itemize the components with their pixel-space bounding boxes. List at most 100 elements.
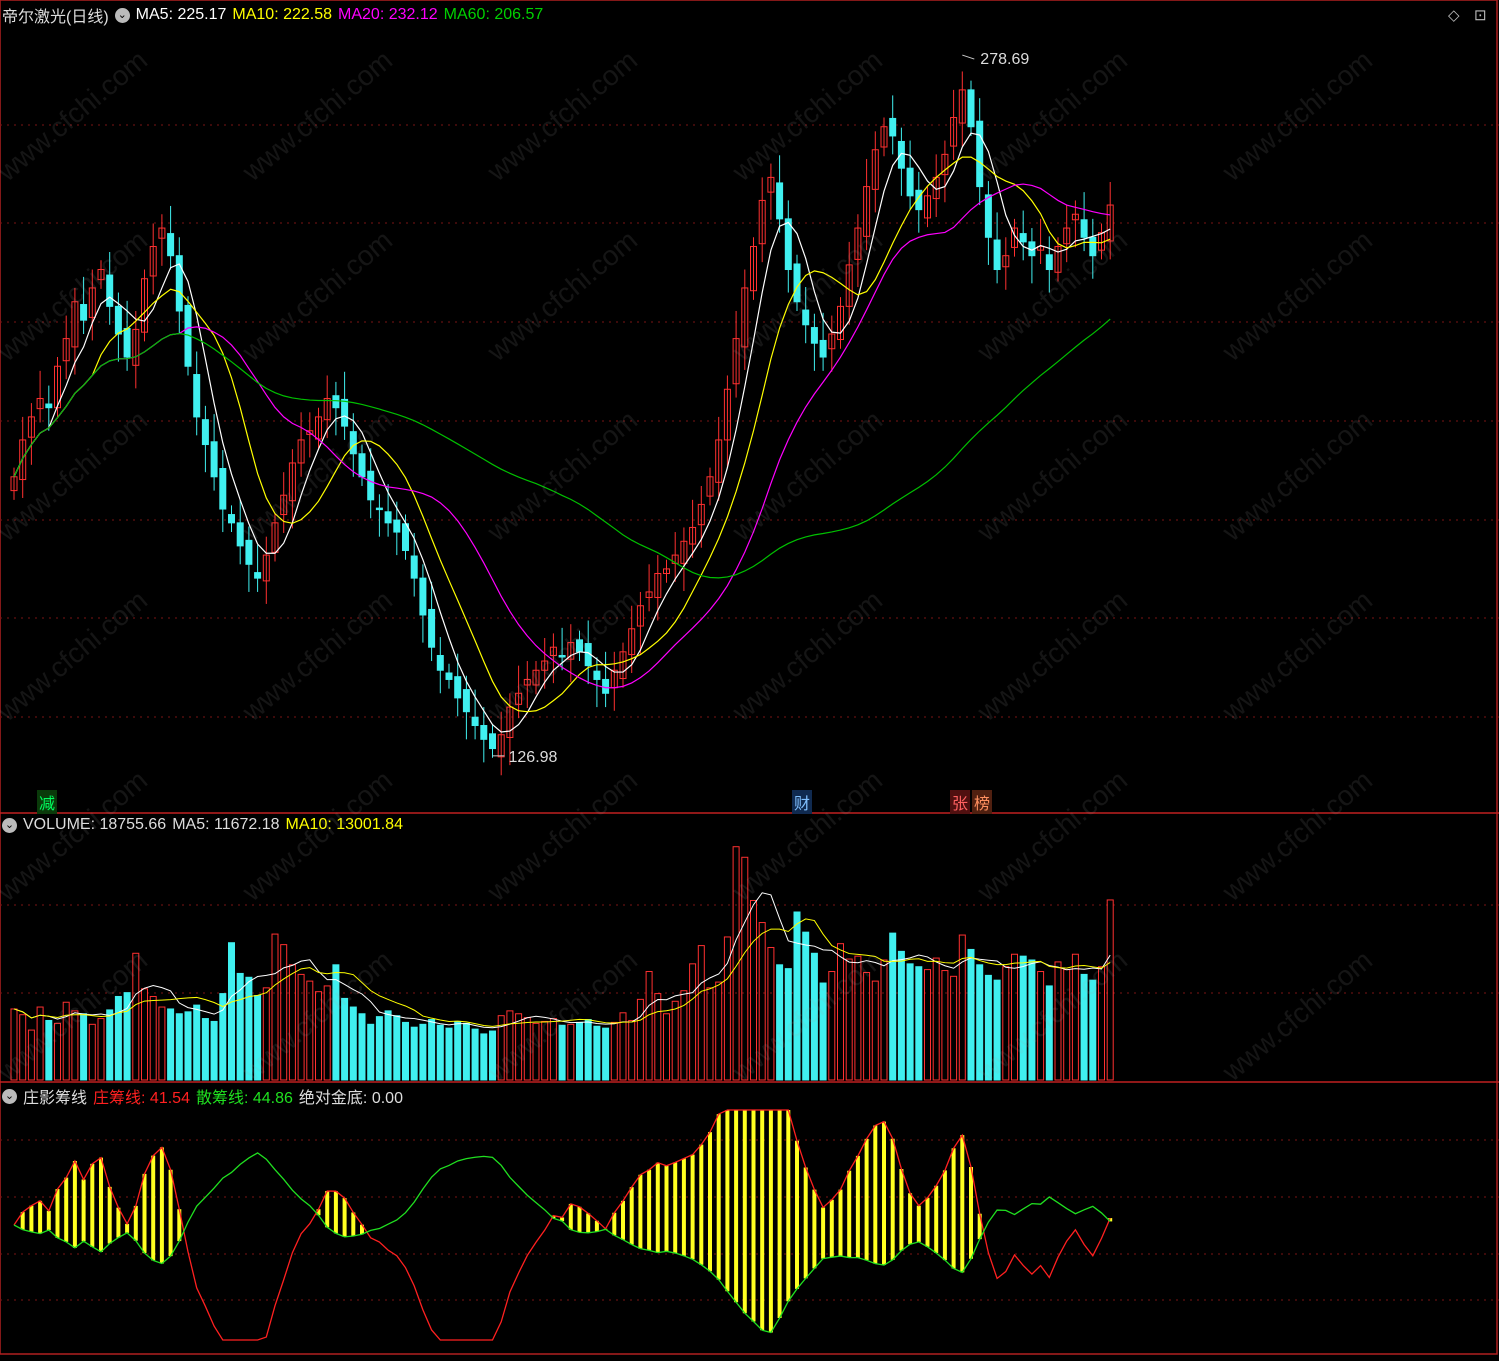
candle-body [906, 167, 914, 197]
volume-label: VOLUME: 18755.66 [23, 816, 167, 833]
candle-body [558, 655, 566, 658]
volume-bar [932, 957, 940, 1081]
candle-body [576, 639, 583, 653]
candle-body [897, 140, 905, 169]
volume-bar [1037, 971, 1045, 1081]
volume-bar [297, 973, 305, 1081]
candle-body [167, 233, 175, 257]
volume-bar [1011, 953, 1018, 1081]
volume-bar [462, 1022, 470, 1081]
volume-bar [845, 958, 853, 1081]
candle-body [193, 374, 201, 418]
marker-rise[interactable]: 张 [950, 790, 971, 814]
volume-bar [576, 1021, 583, 1081]
marker-reduce[interactable]: 减 [37, 790, 58, 814]
volume-bar [810, 952, 818, 1081]
candle-body [1045, 254, 1053, 271]
volume-bar [88, 1023, 96, 1081]
chevron-down-icon[interactable]: ⌄ [2, 817, 17, 833]
marker-list[interactable]: 榜 [972, 790, 993, 814]
volume-bar [193, 1004, 201, 1081]
volume-bar [184, 1011, 192, 1081]
volume-bar [45, 1019, 53, 1081]
marker-finance[interactable]: 财 [792, 790, 813, 814]
volume-bar [97, 1018, 105, 1081]
volume-bar [1098, 966, 1105, 1081]
candle-body [375, 507, 383, 511]
candle-body [245, 539, 253, 565]
chevron-down-icon[interactable]: ⌄ [114, 7, 130, 23]
chevron-down-icon[interactable]: ⌄ [2, 1088, 17, 1104]
volume-bar [767, 947, 775, 1081]
volume-bar [558, 1024, 566, 1081]
volume-bar [1019, 955, 1027, 1081]
candle-body [593, 670, 601, 680]
candle-body [602, 678, 610, 694]
diamond-icon[interactable]: ◇ [1448, 6, 1460, 24]
volume-bar [889, 932, 897, 1081]
volume-bar [706, 987, 714, 1081]
volume-bar [288, 964, 296, 1081]
indicator-name: 庄影筹线 [23, 1090, 88, 1107]
volume-bar [828, 971, 836, 1081]
candle-body [489, 733, 496, 750]
candle-body [471, 716, 479, 727]
volume-bar [967, 948, 975, 1081]
volume-bar [471, 1028, 479, 1081]
candle-body [80, 304, 88, 321]
volume-bar [1054, 961, 1062, 1081]
volume-bar [593, 1025, 601, 1081]
volume-bar [976, 964, 984, 1081]
volume-bar [854, 955, 862, 1081]
volume-bar [80, 1013, 88, 1081]
volume-bar [10, 1008, 18, 1081]
volume-bar [228, 942, 235, 1081]
volume-bar [819, 982, 827, 1081]
candle-body [384, 511, 392, 524]
volume-bar [280, 944, 288, 1081]
volume-bar [837, 943, 844, 1081]
volume-bar [697, 945, 705, 1081]
volume-bar [141, 988, 148, 1081]
volume-bar [262, 987, 270, 1081]
candle-body [410, 555, 418, 579]
maximize-icon[interactable]: ⊡ [1474, 6, 1487, 24]
candle-body [810, 327, 818, 344]
ma10-label: MA10: 222.58 [232, 6, 333, 23]
volume-bar [602, 1027, 610, 1081]
candle-body [776, 182, 784, 220]
volume-bar [715, 981, 723, 1081]
volume-bar [541, 1020, 549, 1081]
volume-bar [19, 1014, 27, 1081]
stock-title: 帝尔激光(日线) [2, 9, 109, 26]
indicator-panel-header: ⌄ 庄影筹线 庄筹线: 41.54 散筹线: 44.86 绝对金底: 0.00 [2, 1085, 403, 1107]
candle-body [784, 218, 792, 271]
volume-bar [1106, 899, 1114, 1081]
candle-body [480, 725, 488, 740]
volume-bar [915, 966, 923, 1081]
volume-bar [210, 1020, 218, 1081]
volume-bar [758, 922, 766, 1081]
volume-bar [523, 1017, 531, 1081]
zhuang-value: 41.54 [149, 1090, 190, 1107]
volume-bar [950, 975, 958, 1081]
candle-body [1080, 219, 1088, 238]
ma60-label: MA60: 206.57 [443, 6, 544, 23]
candle-body [984, 194, 992, 238]
zhuang-label: 庄筹线: [93, 1090, 146, 1107]
volume-bar [897, 950, 905, 1081]
volume-bar [54, 1022, 61, 1081]
candle-body [393, 519, 401, 533]
candle-body [254, 572, 262, 579]
volume-bar [863, 971, 871, 1081]
volume-ma5-line [13, 892, 1111, 1029]
candle-body [210, 441, 218, 478]
candle-body [332, 395, 340, 409]
volume-bar [489, 1030, 496, 1081]
candle-body [819, 339, 827, 358]
candle-body [114, 305, 122, 335]
volume-bar [663, 1013, 670, 1081]
volume-bar [332, 964, 340, 1081]
volume-ma10-line [13, 918, 1111, 1027]
volume-bar [323, 985, 331, 1081]
